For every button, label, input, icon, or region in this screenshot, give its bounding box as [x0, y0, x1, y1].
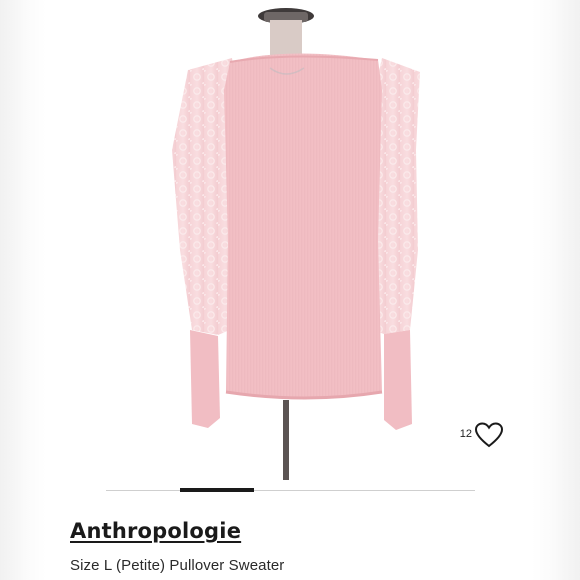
product-subtitle: Size L (Petite) Pullover Sweater [70, 557, 285, 574]
product-card: 12 Anthropologie Size L (Petite) Pullove… [0, 0, 580, 580]
carousel-pager[interactable] [106, 488, 475, 494]
product-photo[interactable] [120, 0, 460, 480]
brand-link[interactable]: Anthropologie [70, 519, 241, 543]
like-count: 12 [459, 428, 472, 440]
heart-outline-icon[interactable] [474, 421, 504, 449]
pager-track [106, 490, 475, 491]
pager-active-indicator[interactable] [179, 488, 254, 492]
right-edge-shadow [532, 0, 580, 580]
left-edge-shadow [0, 0, 46, 580]
